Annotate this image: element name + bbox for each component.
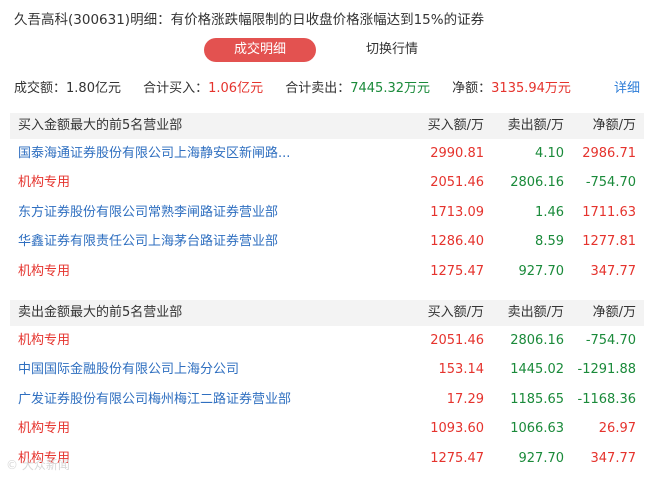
table-row[interactable]: 机构专用 2051.46 2806.16 -754.70 [10,326,644,355]
buy-amount: 17.29 [446,391,484,407]
broker-name[interactable]: 机构专用 [18,414,70,443]
total-buy-value: 1.06亿元 [208,81,264,96]
buy-amount: 1713.09 [430,204,484,220]
buy-amount: 1286.40 [430,234,484,250]
net-amount: 347.77 [590,263,637,279]
sell-rows: 机构专用 2051.46 2806.16 -754.70 中国国际金融股份有限公司上海分… [10,326,644,473]
tab-switch-quotes[interactable]: 切换行情 [336,38,448,62]
buy-amount: 1275.47 [430,263,484,279]
total-buy-label: 合计买入： [143,81,209,96]
table-row[interactable]: 广发证券股份有限公司梅州梅江二路证券营业部 17.29 1185.65 -1168.3… [10,385,644,414]
buy-amount: 2051.46 [430,175,484,191]
tab-trade-details[interactable]: 成交明细 [204,38,316,62]
total-sell-label: 合计卖出： [285,81,351,96]
buy-amount: 1275.47 [430,450,484,466]
net-amount: 1711.63 [582,204,636,220]
table-row[interactable]: 国泰海通证券股份有限公司上海静安区新闸路... 2990.81 4.10 2986.7… [10,139,644,168]
turnover-label: 成交额： [14,81,67,96]
table-row[interactable]: 中国国际金融股份有限公司上海分公司 153.14 1445.02 -1291.88 [10,355,644,384]
net-amount: -1168.36 [577,391,636,407]
broker-name[interactable]: 东方证券股份有限公司常熟李闸路证券营业部 [18,198,278,227]
buy-amount: 1093.60 [430,421,484,437]
net-amount: 26.97 [598,421,636,437]
net-amount: 2986.71 [582,146,636,161]
broker-name[interactable]: 国泰海通证券股份有限公司上海静安区新闸路... [18,139,290,168]
summary-bar: 成交额：1.80亿元 合计买入：1.06亿元 合计卖出：7445.32万元 净额… [14,77,640,97]
buy-section-title: 买入金额最大的前5名营业部 [18,118,183,133]
buy-amount: 153.14 [438,362,485,378]
table-row[interactable]: 机构专用 1093.60 1066.63 26.97 [10,414,644,443]
net-label: 净额： [452,81,492,96]
col-header-buy: 买入额/万 [427,305,484,320]
tab-bar: 成交明细 切换行情 [0,38,654,64]
broker-name[interactable]: 机构专用 [18,168,70,197]
buy-rows: 国泰海通证券股份有限公司上海静安区新闸路... 2990.81 4.10 2986.7… [10,139,644,286]
buy-amount: 2051.46 [430,333,484,348]
broker-name[interactable]: 广发证券股份有限公司梅州梅江二路证券营业部 [18,385,291,414]
buy-section: 买入金额最大的前5名营业部 买入额/万 卖出额/万 净额/万 国泰海通证券股份有… [10,113,644,286]
broker-name[interactable]: 中国国际金融股份有限公司上海分公司 [18,355,239,384]
watermark: © 大众新闻 [6,458,70,472]
buy-section-header: 买入金额最大的前5名营业部 买入额/万 卖出额/万 净额/万 [10,113,644,139]
net-amount: -754.70 [585,175,636,191]
detail-link[interactable]: 详细 [614,77,640,96]
net-value: 3135.94万元 [491,81,571,96]
table-row[interactable]: 机构专用 2051.46 2806.16 -754.70 [10,168,644,197]
table-row[interactable]: 东方证券股份有限公司常熟李闸路证券营业部 1713.09 1.46 1711.63 [10,198,644,227]
col-header-net: 净额/万 [592,118,636,133]
turnover-value: 1.80亿元 [66,81,121,96]
buy-amount: 2990.81 [430,146,484,161]
table-row[interactable]: 机构专用 1275.47 927.70 347.77 [10,444,644,473]
net-amount: -754.70 [585,333,636,348]
table-row[interactable]: 机构专用 1275.47 927.70 347.77 [10,257,644,286]
total-sell-value: 7445.32万元 [350,81,430,96]
net-amount: 1277.81 [582,234,636,250]
sell-section: 卖出金额最大的前5名营业部 买入额/万 卖出额/万 净额/万 机构专用 2051.… [10,300,644,473]
broker-name[interactable]: 机构专用 [18,257,70,286]
col-header-buy: 买入额/万 [427,118,484,133]
broker-name[interactable]: 机构专用 [18,326,70,355]
sell-section-title: 卖出金额最大的前5名营业部 [18,305,183,320]
broker-name[interactable]: 华鑫证券有限责任公司上海茅台路证券营业部 [18,227,278,256]
net-amount: -1291.88 [577,362,636,378]
col-header-net: 净额/万 [592,305,636,320]
table-row[interactable]: 华鑫证券有限责任公司上海茅台路证券营业部 1286.40 8.59 1277.81 [10,227,644,256]
page-title: 久吾高科(300631)明细：有价格涨跌幅限制的日收盘价格涨幅达到15%的证券 [14,12,485,28]
net-amount: 347.77 [590,450,637,466]
sell-section-header: 卖出金额最大的前5名营业部 买入额/万 卖出额/万 净额/万 [10,300,644,326]
